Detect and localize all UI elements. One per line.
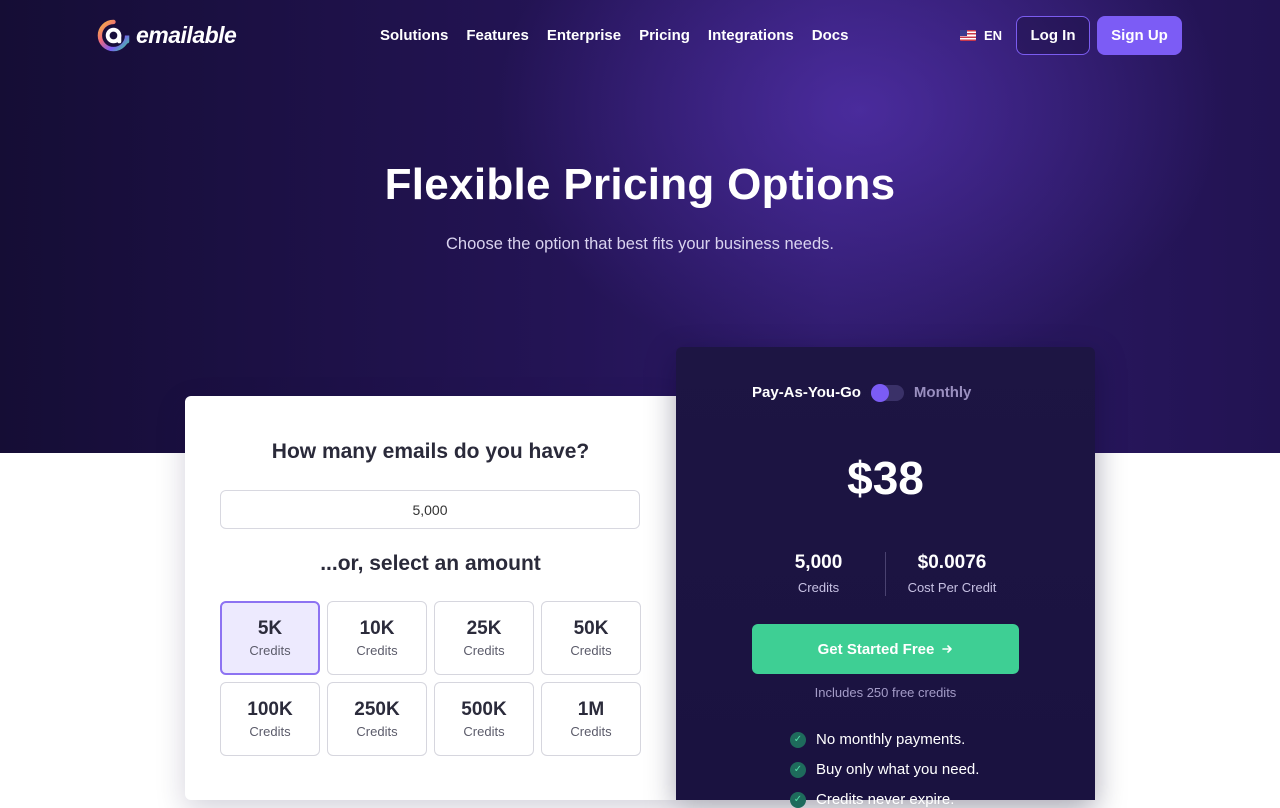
- amount-option-25k[interactable]: 25K Credits: [434, 601, 534, 675]
- amount-option-value: 100K: [247, 699, 293, 720]
- amount-option-label: Credits: [570, 724, 612, 739]
- credits-label: Credits: [797, 580, 840, 595]
- credits-calculator-card: How many emails do you have? ...or, sele…: [185, 396, 676, 800]
- amount-option-value: 5K: [257, 618, 283, 639]
- emails-question: How many emails do you have?: [271, 440, 590, 463]
- toggle-label-payg[interactable]: Pay-As-You-Go: [752, 384, 861, 401]
- amount-option-value: 50K: [573, 618, 609, 639]
- plan-summary-card: Pay-As-You-Go Monthly $38 5,000 Credits …: [676, 347, 1095, 808]
- amount-option-value: 250K: [354, 699, 400, 720]
- amount-option-250k[interactable]: 250K Credits: [327, 682, 427, 756]
- feature-text: Buy only what you need.: [816, 761, 980, 778]
- feature-item: ✓ No monthly payments.: [790, 731, 965, 748]
- email-count-input[interactable]: [220, 490, 640, 529]
- amount-option-value: 10K: [359, 618, 395, 639]
- get-started-label: Get Started Free: [817, 640, 935, 658]
- amount-option-value: 25K: [466, 618, 502, 639]
- language-label: EN: [984, 28, 1003, 43]
- credits-value: 5,000: [794, 552, 843, 573]
- us-flag-icon: [960, 30, 976, 41]
- logo[interactable]: emailable: [97, 19, 237, 52]
- billing-switch[interactable]: [870, 383, 904, 402]
- brand-name: emailable: [136, 22, 237, 48]
- amount-options-grid: 5K Credits 10K Credits 25K Credits 50K C…: [220, 601, 641, 756]
- feature-item: ✓ Buy only what you need.: [790, 761, 979, 778]
- check-icon: ✓: [790, 761, 806, 778]
- cost-per-credit-stat: $0.0076 Cost Per Credit: [885, 552, 1018, 596]
- amount-option-label: Credits: [249, 724, 291, 739]
- language-selector[interactable]: EN: [960, 28, 1002, 43]
- nav-item-docs[interactable]: Docs: [812, 27, 849, 44]
- feature-text: No monthly payments.: [816, 731, 966, 748]
- amount-option-10k[interactable]: 10K Credits: [327, 601, 427, 675]
- amount-option-label: Credits: [356, 724, 398, 739]
- plan-price: $38: [847, 452, 924, 504]
- amount-option-5k[interactable]: 5K Credits: [220, 601, 320, 675]
- get-started-button[interactable]: Get Started Free: [752, 624, 1019, 674]
- credits-stat: 5,000 Credits: [752, 552, 885, 596]
- amount-option-label: Credits: [249, 643, 291, 658]
- login-button[interactable]: Log In: [1016, 16, 1090, 55]
- billing-toggle: Pay-As-You-Go Monthly: [752, 383, 972, 402]
- nav-item-enterprise[interactable]: Enterprise: [547, 27, 621, 44]
- amount-option-50k[interactable]: 50K Credits: [541, 601, 641, 675]
- nav-item-pricing[interactable]: Pricing: [639, 27, 690, 44]
- toggle-label-monthly[interactable]: Monthly: [914, 384, 972, 401]
- arrow-right-icon: [942, 645, 953, 653]
- page-title: Flexible Pricing Options: [384, 160, 896, 209]
- select-amount-heading: ...or, select an amount: [320, 552, 541, 575]
- amount-option-label: Credits: [463, 724, 505, 739]
- signup-button[interactable]: Sign Up: [1097, 16, 1182, 55]
- free-credits-note: Includes 250 free credits: [814, 685, 957, 700]
- amount-option-500k[interactable]: 500K Credits: [434, 682, 534, 756]
- cost-label: Cost Per Credit: [907, 580, 997, 595]
- amount-option-label: Credits: [356, 643, 398, 658]
- nav-item-solutions[interactable]: Solutions: [380, 27, 448, 44]
- emailable-logo-icon: [97, 19, 130, 52]
- amount-option-label: Credits: [463, 643, 505, 658]
- amount-option-1m[interactable]: 1M Credits: [541, 682, 641, 756]
- amount-option-value: 1M: [577, 699, 605, 720]
- check-icon: ✓: [790, 731, 806, 748]
- nav-item-integrations[interactable]: Integrations: [708, 27, 794, 44]
- page-subtitle: Choose the option that best fits your bu…: [446, 235, 834, 253]
- main-nav: Solutions Features Enterprise Pricing In…: [380, 27, 848, 44]
- switch-knob: [870, 383, 889, 402]
- amount-option-100k[interactable]: 100K Credits: [220, 682, 320, 756]
- nav-item-features[interactable]: Features: [466, 27, 529, 44]
- cost-value: $0.0076: [917, 552, 987, 573]
- plan-stats: 5,000 Credits $0.0076 Cost Per Credit: [752, 552, 1018, 596]
- amount-option-value: 500K: [461, 699, 507, 720]
- amount-option-label: Credits: [570, 643, 612, 658]
